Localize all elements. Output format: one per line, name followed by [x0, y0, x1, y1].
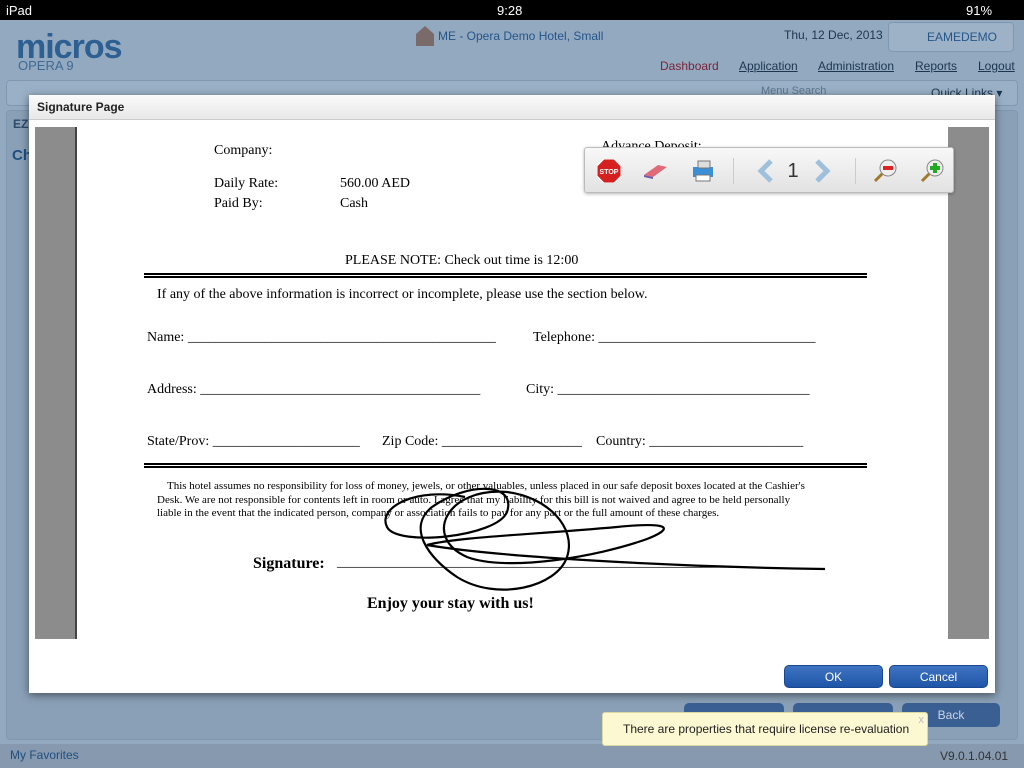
- ios-status-bar: iPad 9:28 91%: [0, 0, 1024, 20]
- printer-icon[interactable]: [688, 156, 718, 186]
- pdf-toolbar: STOP 1: [584, 147, 954, 193]
- nav-application[interactable]: Application: [739, 59, 798, 73]
- back-label: Back: [937, 708, 965, 722]
- page-number: 1: [787, 159, 799, 182]
- notification-message: There are properties that require licens…: [623, 722, 910, 736]
- user-button[interactable]: EAMEDEMO: [888, 22, 1014, 52]
- battery-level: 91%: [966, 3, 993, 18]
- hotel-name[interactable]: ME - Opera Demo Hotel, Small: [438, 29, 603, 43]
- chevron-right-icon[interactable]: [808, 156, 838, 186]
- clock: 9:28: [497, 3, 523, 18]
- device-label: iPad: [6, 3, 33, 18]
- ok-button[interactable]: OK: [784, 665, 883, 688]
- zoom-out-icon[interactable]: [870, 156, 900, 186]
- nav-logout[interactable]: Logout: [978, 59, 1015, 73]
- svg-text:STOP: STOP: [600, 169, 619, 176]
- handwritten-signature[interactable]: [77, 127, 950, 639]
- zoom-in-icon[interactable]: [917, 156, 947, 186]
- version-label: V9.0.1.04.01: [940, 749, 1009, 763]
- nav-dashboard[interactable]: Dashboard: [660, 59, 719, 73]
- user-name: EAMEDEMO: [927, 30, 998, 44]
- license-notification: There are properties that require licens…: [602, 712, 928, 746]
- stop-icon[interactable]: STOP: [594, 156, 624, 186]
- footer-bar: My Favorites V9.0.1.04.01: [0, 744, 1024, 768]
- separator: [733, 158, 734, 184]
- close-icon[interactable]: x: [919, 714, 925, 726]
- business-date: Thu, 12 Dec, 2013: [784, 28, 883, 42]
- cancel-button[interactable]: Cancel: [889, 665, 988, 688]
- separator: [855, 158, 856, 184]
- nav-administration[interactable]: Administration: [818, 59, 894, 73]
- chevron-left-icon[interactable]: [750, 156, 780, 186]
- dialog-title: Signature Page: [29, 95, 995, 120]
- eraser-icon[interactable]: [640, 156, 670, 186]
- nav-reports[interactable]: Reports: [915, 59, 957, 73]
- logo-subtitle: OPERA 9: [18, 58, 74, 73]
- my-favorites-link[interactable]: My Favorites: [10, 748, 79, 762]
- document-viewer[interactable]: Company: Advance Deposit: Daily Rate: 56…: [35, 127, 989, 639]
- document-page: Company: Advance Deposit: Daily Rate: 56…: [75, 127, 948, 639]
- tab-ez[interactable]: EZ: [13, 117, 28, 131]
